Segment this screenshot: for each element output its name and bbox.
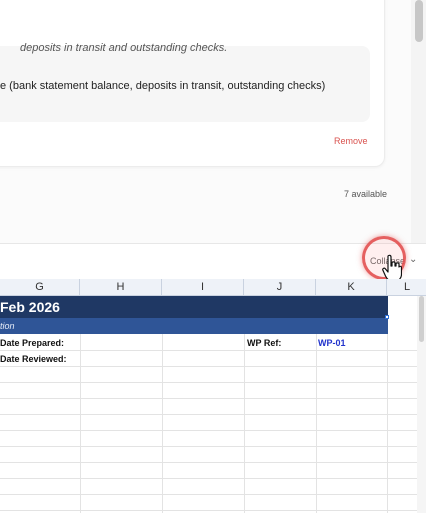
column-header-j[interactable]: J (244, 279, 316, 296)
column-header-h[interactable]: H (80, 279, 162, 296)
column-header-l[interactable]: L (387, 279, 426, 296)
row-line (0, 462, 417, 463)
subtitle-band[interactable] (0, 318, 388, 334)
criteria-text: e (bank statement balance, deposits in t… (0, 80, 326, 92)
selection-handle[interactable] (385, 315, 389, 319)
column-header-g[interactable]: G (0, 279, 80, 296)
card-description: deposits in transit and outstanding chec… (20, 42, 228, 54)
criteria-panel: deposits in transit and outstanding chec… (0, 0, 426, 243)
column-header-k[interactable]: K (316, 279, 387, 296)
column-line (387, 334, 388, 513)
row-line (0, 478, 417, 479)
chevron-down-icon[interactable]: ⌄ (409, 254, 417, 265)
row-line (0, 494, 417, 495)
column-line (80, 334, 81, 513)
hand-cursor-icon (382, 254, 402, 282)
column-header-i[interactable]: I (162, 279, 244, 296)
row-line (0, 382, 417, 383)
panel-scrollbar-thumb[interactable] (415, 0, 423, 42)
sheet-subtitle: tion (0, 321, 15, 331)
remove-button[interactable]: Remove (334, 136, 368, 146)
row-line (0, 398, 417, 399)
date-prepared-label[interactable]: Date Prepared: (0, 335, 64, 351)
row-line (0, 510, 417, 511)
column-line (316, 334, 317, 513)
sheet-title: Feb 2026 (0, 299, 60, 315)
wp-ref-value[interactable]: WP-01 (318, 335, 346, 351)
column-line (244, 334, 245, 513)
date-reviewed-label[interactable]: Date Reviewed: (0, 351, 67, 367)
sheet-scrollbar-thumb[interactable] (419, 296, 424, 342)
column-line (162, 334, 163, 513)
available-count: 7 available (344, 189, 388, 199)
wp-ref-label[interactable]: WP Ref: (247, 335, 281, 351)
row-line (0, 414, 417, 415)
row-line (0, 430, 417, 431)
row-line (0, 446, 417, 447)
